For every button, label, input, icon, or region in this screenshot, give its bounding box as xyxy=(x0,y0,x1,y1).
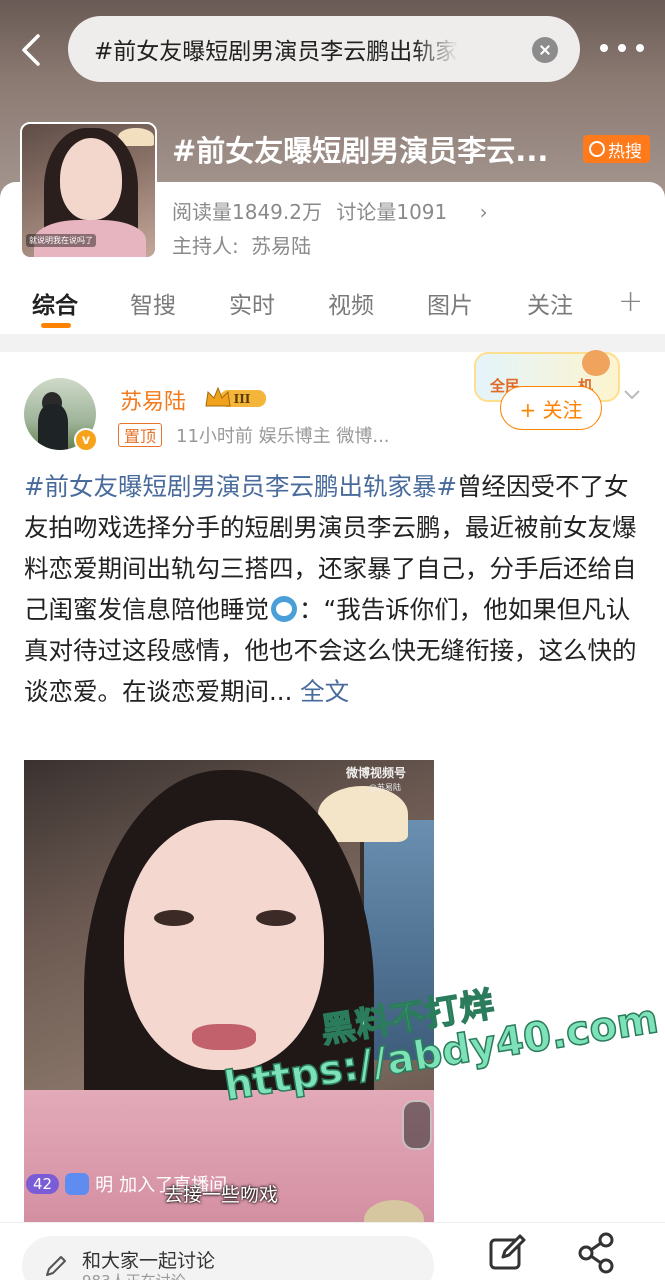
post-hashtag[interactable]: #前女友曝短剧男演员李云鹏出轨家暴# xyxy=(24,472,457,501)
tab-comprehensive[interactable]: 综合 xyxy=(32,286,78,320)
tab-images[interactable]: 图片 xyxy=(427,286,473,320)
phone-icon xyxy=(402,1100,432,1150)
follow-button[interactable]: + 关注 xyxy=(500,386,602,430)
post-meta: 11小时前 娱乐博主 微博... xyxy=(176,426,390,447)
discuss-count: 讨论量1091 xyxy=(336,200,448,224)
topic-host[interactable]: 主持人: 苏易陆 xyxy=(172,230,311,259)
search-query: #前女友曝短剧男演员李云鹏出轨家 xyxy=(94,39,459,65)
topic-title: #前女友曝短剧男演员李云... xyxy=(172,134,549,168)
chevron-right-icon: › xyxy=(479,200,488,224)
clear-icon[interactable] xyxy=(532,37,558,63)
video-thumbnail[interactable]: 微博视频号 @苏易陆 42 明 加入了直播间 去接一些吻戏 xyxy=(24,760,434,1222)
back-button[interactable] xyxy=(14,30,50,70)
compose-icon[interactable] xyxy=(486,1232,528,1274)
level-label: III xyxy=(234,392,251,406)
discuss-label: 和大家一起讨论 xyxy=(82,1250,216,1272)
mascot-icon xyxy=(582,350,610,376)
video-subtitle: 去接一些吻戏 xyxy=(164,1184,279,1206)
discuss-sub: 983人正在讨论 xyxy=(82,1270,186,1280)
tab-realtime[interactable]: 实时 xyxy=(229,286,275,320)
host-name: 苏易陆 xyxy=(251,234,312,258)
verified-badge-icon: v xyxy=(74,428,98,452)
tab-following[interactable]: 关注 xyxy=(527,286,573,320)
full-text-link[interactable]: 全文 xyxy=(300,677,349,706)
more-icon xyxy=(600,44,608,52)
chevron-down-icon[interactable] xyxy=(622,384,642,404)
video-watermark: 微博视频号 xyxy=(346,766,407,780)
more-options-button[interactable] xyxy=(600,38,644,58)
thumb-caption: 就说明我在说吗了 xyxy=(26,234,96,247)
hot-search-badge: 热搜 xyxy=(583,135,650,163)
topic-thumbnail[interactable]: 就说明我在说吗了 xyxy=(20,122,157,259)
add-tab-button[interactable]: + xyxy=(618,284,643,319)
tab-video[interactable]: 视频 xyxy=(328,286,374,320)
tab-smart-search[interactable]: 智搜 xyxy=(130,286,176,320)
gem-icon xyxy=(65,1173,90,1195)
live-user-name: 明 xyxy=(95,1175,114,1196)
hot-icon xyxy=(589,141,605,157)
doraemon-emoji-icon xyxy=(271,596,297,622)
read-count: 阅读量1849.2万 xyxy=(172,200,322,224)
host-label: 主持人: xyxy=(172,234,239,258)
member-level-badge-icon: III xyxy=(205,386,266,407)
back-arrow-icon xyxy=(22,34,40,66)
post-username[interactable]: 苏易陆 xyxy=(120,384,186,416)
video-watermark-sub: @苏易陆 xyxy=(369,783,401,792)
search-input[interactable]: #前女友曝短剧男演员李云鹏出轨家 xyxy=(68,16,580,82)
share-icon[interactable] xyxy=(576,1232,618,1274)
topic-stats[interactable]: 阅读量1849.2万 讨论量1091 › xyxy=(172,196,496,225)
pencil-icon xyxy=(46,1256,66,1276)
active-tab-indicator xyxy=(41,323,71,328)
pinned-badge: 置顶 xyxy=(118,423,163,447)
post-body: #前女友曝短剧男演员李云鹏出轨家暴#曾经因受不了女友拍吻戏选择分手的短剧男演员李… xyxy=(24,466,642,712)
live-count-badge: 42 xyxy=(26,1174,60,1194)
